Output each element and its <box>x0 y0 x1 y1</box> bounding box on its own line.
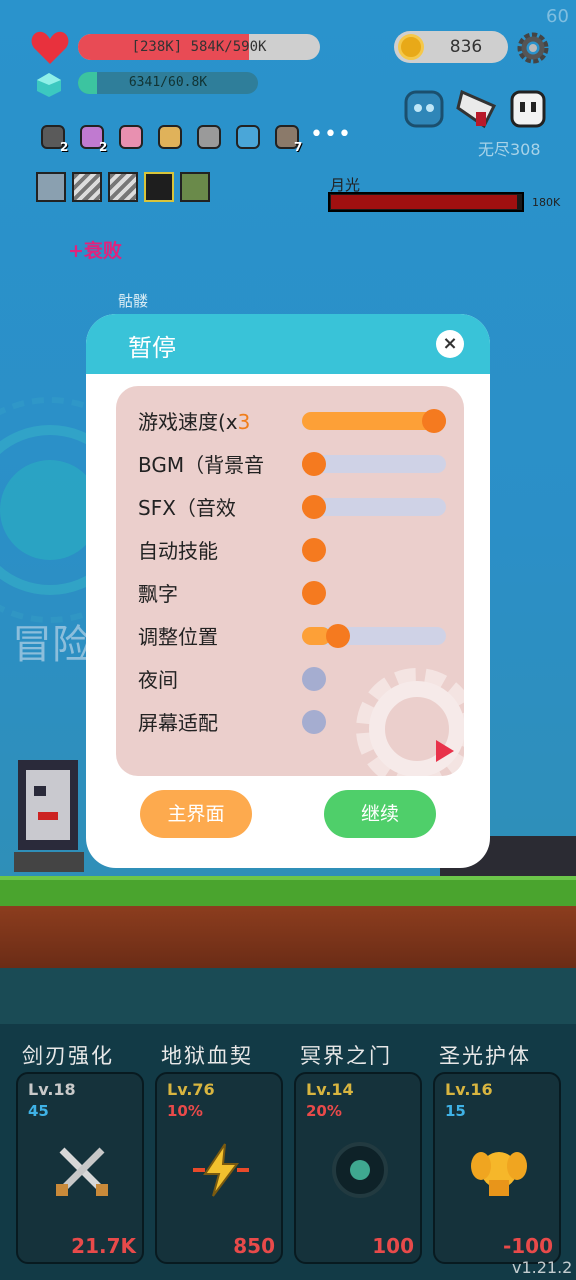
item-count-badge: 7 <box>294 140 303 154</box>
cleaver-avatar-icon[interactable] <box>454 86 502 132</box>
coin-amount: 836 <box>449 37 483 57</box>
skill-level: Lv.14 <box>306 1080 354 1099</box>
xp-text: 6341/60.8K <box>128 75 208 90</box>
skill-card[interactable]: Lv.18 45 21.7K <box>16 1072 144 1264</box>
setting-label-text: 调整位置 <box>138 625 218 649</box>
portal-icon <box>330 1140 390 1200</box>
setting-label: 飘字 <box>138 578 178 607</box>
setting-label: SFX（音效 <box>138 492 236 521</box>
boss-hp-text: 180K <box>532 196 561 209</box>
skill-title: 圣光护体 <box>439 1044 531 1068</box>
lightning-icon <box>191 1140 251 1200</box>
buff-slot-4 <box>144 172 174 202</box>
setting-toggle[interactable] <box>302 667 326 691</box>
coin-counter: 836 <box>394 31 508 63</box>
more-items-button[interactable]: ••• <box>310 122 352 147</box>
pause-dialog: 暂停 × 游戏速度(x3 BGM（背景音 SFX（音效 自动技能飘字调整位置夜间屏幕适… <box>86 314 490 868</box>
skull-avatar-icon[interactable] <box>506 88 550 130</box>
status-effect-text: +衰败 <box>68 240 122 262</box>
angel-icon <box>469 1140 529 1200</box>
setting-slider-knob[interactable] <box>302 495 326 519</box>
setting-slider-knob[interactable] <box>302 452 326 476</box>
coin-icon <box>398 34 424 60</box>
skill-cost: -100 <box>502 1234 553 1258</box>
settings-gear-icon[interactable] <box>516 31 550 65</box>
setting-label-text: 屏幕适配 <box>138 711 218 735</box>
version-label: v1.21.2 <box>512 1258 573 1277</box>
boss-hp-fill <box>331 195 518 209</box>
buff-slot-2 <box>72 172 102 202</box>
hammer-icon[interactable] <box>192 120 226 154</box>
setting-label: 调整位置 <box>138 621 218 650</box>
setting-label-text: 飘字 <box>138 582 178 606</box>
magnifier-icon[interactable] <box>231 120 265 154</box>
skill-card[interactable]: Lv.14 20% 100 <box>294 1072 422 1264</box>
crossed-swords-icon <box>52 1140 112 1200</box>
pixel-monster-sprite <box>14 760 84 872</box>
buff-slot-3 <box>108 172 138 202</box>
buff-slot-1 <box>36 172 66 202</box>
setting-label: 夜间 <box>138 664 178 693</box>
skill-title: 剑刃强化 <box>22 1044 114 1068</box>
boss-hp-bar <box>328 192 524 212</box>
skill-cost: 21.7K <box>71 1234 136 1258</box>
skill-level: Lv.76 <box>167 1080 215 1099</box>
skill-level: Lv.16 <box>445 1080 493 1099</box>
main-menu-button[interactable]: 主界面 <box>140 790 252 838</box>
setting-toggle[interactable] <box>302 538 326 562</box>
hp-text: [238K] 584K/590K <box>131 39 267 55</box>
buff-slot-5 <box>180 172 210 202</box>
scroll-icon[interactable] <box>153 120 187 154</box>
setting-label-text: SFX（音效 <box>138 496 236 520</box>
setting-label: 屏幕适配 <box>138 707 218 736</box>
setting-slider-knob[interactable] <box>422 409 446 433</box>
setting-slider-knob[interactable] <box>326 624 350 648</box>
setting-slider-track[interactable] <box>302 627 446 645</box>
enemy-name-label: 骷髅 <box>118 292 149 310</box>
endless-wave-label: 无尽308 <box>478 140 541 159</box>
skill-value: 20% <box>306 1102 342 1120</box>
setting-label-text: 夜间 <box>138 668 178 692</box>
setting-label-highlight: 3 <box>237 410 251 434</box>
ground-grass <box>0 876 576 906</box>
skill-title: 冥界之门 <box>300 1044 392 1068</box>
dessert-icon[interactable] <box>114 120 148 154</box>
setting-toggle[interactable] <box>302 581 326 605</box>
setting-label: 自动技能 <box>138 535 218 564</box>
heart-icon <box>31 31 69 64</box>
setting-label-text: 游戏速度(x <box>138 410 238 434</box>
skill-cost: 100 <box>372 1234 414 1258</box>
close-icon: × <box>442 333 458 354</box>
skill-level: Lv.18 <box>28 1080 76 1099</box>
fps-counter: 60 <box>546 6 569 27</box>
ground-band <box>0 968 576 1024</box>
hp-bar: [238K] 584K/590K <box>78 34 320 60</box>
item-count-badge: 2 <box>60 140 69 154</box>
skill-value: 15 <box>445 1102 466 1120</box>
settings-panel: 游戏速度(x3 BGM（背景音 SFX（音效 自动技能飘字调整位置夜间屏幕适配 <box>116 386 464 776</box>
ground-dirt <box>0 906 576 968</box>
gem-icon <box>37 73 61 97</box>
play-arrow-icon <box>436 740 454 762</box>
setting-label: BGM（背景音 <box>138 449 264 478</box>
item-count-badge: 2 <box>99 140 108 154</box>
skill-title: 地狱血契 <box>161 1044 253 1068</box>
continue-button[interactable]: 继续 <box>324 790 436 838</box>
setting-label-text: 自动技能 <box>138 539 218 563</box>
setting-label-text: BGM（背景音 <box>138 453 265 477</box>
dialog-title: 暂停 <box>128 334 176 362</box>
setting-toggle[interactable] <box>302 710 326 734</box>
background-title-text: 冒险 <box>12 622 92 668</box>
close-button[interactable]: × <box>436 330 464 358</box>
ghost-avatar-icon[interactable] <box>402 88 446 130</box>
xp-bar: 6341/60.8K <box>78 72 258 94</box>
skill-value: 10% <box>167 1102 203 1120</box>
setting-label: 游戏速度(x3 <box>138 406 250 435</box>
skill-value: 45 <box>28 1102 49 1120</box>
skill-card[interactable]: Lv.76 10% 850 <box>155 1072 283 1264</box>
skill-card[interactable]: Lv.16 15 -100 <box>433 1072 561 1264</box>
skill-cost: 850 <box>233 1234 275 1258</box>
